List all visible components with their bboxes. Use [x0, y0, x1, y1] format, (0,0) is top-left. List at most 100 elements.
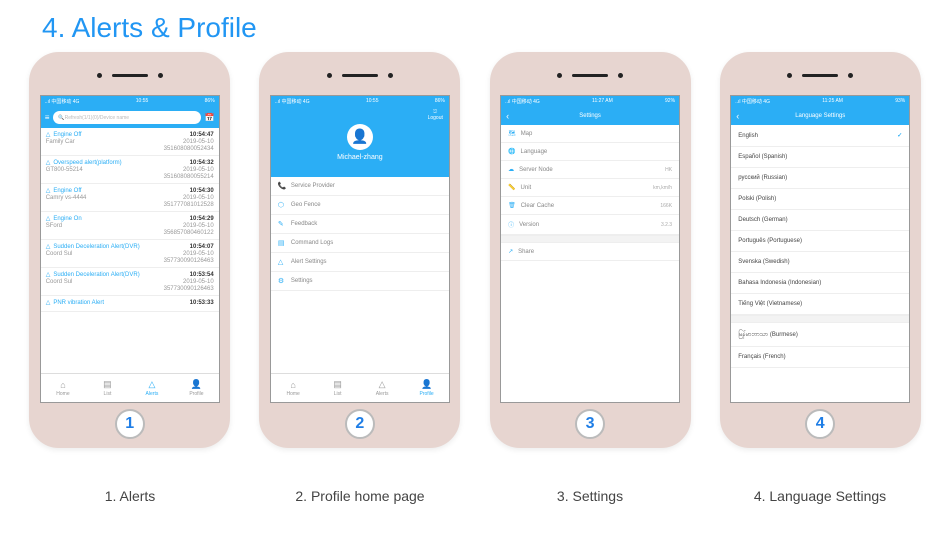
- profile-item[interactable]: ✎Feedback: [271, 215, 449, 234]
- header-title: Settings: [579, 113, 601, 119]
- alert-item[interactable]: △ Engine Off10:54:47Family Car2019-05-10…: [41, 128, 219, 156]
- phone-settings: ..ıl 中国移动 4G11:27 AM92% ‹ Settings 🗺Map🌐…: [490, 52, 691, 448]
- warning-icon: △: [46, 187, 51, 194]
- language-item[interactable]: Português (Portuguese): [731, 231, 909, 252]
- tab-list[interactable]: ▤List: [85, 374, 130, 402]
- tab-icon: ▤: [333, 379, 342, 390]
- tab-home[interactable]: ⌂Home: [41, 374, 86, 402]
- caption: 2. Profile home page: [260, 488, 460, 504]
- warning-icon: △: [46, 131, 51, 138]
- row-icon: ⚙: [278, 277, 286, 285]
- row-icon: ↗: [508, 248, 513, 255]
- caption: 1. Alerts: [30, 488, 230, 504]
- warning-icon: △: [46, 299, 51, 306]
- alert-item[interactable]: △ Engine Off10:54:30Camry vs-44442019-05…: [41, 184, 219, 212]
- profile-item[interactable]: ⚙Settings: [271, 272, 449, 291]
- back-icon[interactable]: ‹: [736, 111, 739, 121]
- warning-icon: △: [46, 159, 51, 166]
- logout-button[interactable]: ⎋Logout: [428, 109, 443, 121]
- home-button[interactable]: 3: [575, 409, 605, 439]
- settings-item[interactable]: 🌐Language: [501, 143, 679, 161]
- settings-item[interactable]: 🗺Map: [501, 125, 679, 143]
- language-item[interactable]: English✓: [731, 125, 909, 147]
- profile-item[interactable]: ▤Command Logs: [271, 234, 449, 253]
- phone-language: ..ıl 中国移动 4G11:25 AM93% ‹ Language Setti…: [720, 52, 921, 448]
- profile-item[interactable]: ⬡Geo Fence: [271, 196, 449, 215]
- language-item[interactable]: Svenska (Swedish): [731, 252, 909, 273]
- profile-item[interactable]: △Alert Settings: [271, 253, 449, 272]
- header-title: Language Settings: [795, 113, 845, 119]
- language-item[interactable]: Polski (Polish): [731, 189, 909, 210]
- language-item[interactable]: Español (Spanish): [731, 147, 909, 168]
- avatar[interactable]: 👤: [347, 124, 373, 150]
- row-icon: 🗑: [508, 202, 516, 209]
- row-icon: 🗺: [508, 130, 516, 137]
- settings-item[interactable]: ☁Server NodeHK: [501, 161, 679, 179]
- language-item[interactable]: မြန်မာဘာသာ (Burmese): [731, 323, 909, 347]
- home-button[interactable]: 1: [115, 409, 145, 439]
- tab-icon: ▤: [103, 379, 112, 390]
- alert-item[interactable]: △ Sudden Deceleration Alert(DVR)10:54:07…: [41, 240, 219, 268]
- alert-item[interactable]: △ Sudden Deceleration Alert(DVR)10:53:54…: [41, 268, 219, 296]
- language-list: English✓Español (Spanish)русский (Russia…: [731, 125, 909, 402]
- alert-item[interactable]: △ PNR vibration Alert10:53:33: [41, 296, 219, 312]
- row-icon: 📞: [278, 182, 286, 190]
- tab-profile[interactable]: 👤Profile: [404, 374, 449, 402]
- filter-icon[interactable]: ≡: [45, 113, 50, 122]
- status-bar: ..ıl 中国移动 4G10:5586%: [271, 96, 449, 107]
- home-button[interactable]: 2: [345, 409, 375, 439]
- language-item[interactable]: Tiếng Việt (Vietnamese): [731, 294, 909, 315]
- home-button[interactable]: 4: [805, 409, 835, 439]
- caption: 4. Language Settings: [720, 488, 920, 504]
- alert-item[interactable]: △ Overspeed alert(platform)10:54:32GT800…: [41, 156, 219, 184]
- page-title: 4. Alerts & Profile: [0, 0, 950, 44]
- warning-icon: △: [46, 243, 51, 250]
- language-item[interactable]: Français (French): [731, 347, 909, 368]
- tab-alerts[interactable]: △Alerts: [130, 374, 175, 402]
- tab-list[interactable]: ▤List: [315, 374, 360, 402]
- tab-bar: ⌂Home▤List△Alerts👤Profile: [271, 373, 449, 402]
- alert-item[interactable]: △ Engine On10:54:29SFord2019-05-10356857…: [41, 212, 219, 240]
- profile-menu: 📞Service Provider⬡Geo Fence✎Feedback▤Com…: [271, 177, 449, 373]
- tab-icon: △: [148, 379, 155, 390]
- status-bar: ..ıl 中国移动 4G10:5586%: [41, 96, 219, 107]
- language-item[interactable]: Bahasa Indonesia (Indonesian): [731, 273, 909, 294]
- tab-home[interactable]: ⌂Home: [271, 374, 316, 402]
- captions-row: 1. Alerts 2. Profile home page 3. Settin…: [0, 448, 950, 504]
- caption: 3. Settings: [490, 488, 690, 504]
- row-icon: ☁: [508, 166, 514, 173]
- settings-item[interactable]: ↗Share: [501, 243, 679, 261]
- username: Michael-zhang: [337, 154, 383, 161]
- row-icon: ✎: [278, 220, 286, 228]
- row-icon: ⓘ: [508, 220, 514, 229]
- alerts-header: ≡ 🔍 Refresh(1/1)(0)/Device name 📅: [41, 107, 219, 128]
- profile-header: ⎋Logout 👤 Michael-zhang: [271, 107, 449, 177]
- row-icon: 📏: [508, 184, 515, 191]
- warning-icon: △: [46, 271, 51, 278]
- status-bar: ..ıl 中国移动 4G11:25 AM93%: [731, 96, 909, 107]
- alerts-list: △ Engine Off10:54:47Family Car2019-05-10…: [41, 128, 219, 373]
- lang-header: ‹ Language Settings: [731, 107, 909, 125]
- row-icon: △: [278, 258, 286, 266]
- row-icon: ▤: [278, 239, 286, 247]
- language-item[interactable]: Deutsch (German): [731, 210, 909, 231]
- back-icon[interactable]: ‹: [506, 111, 509, 121]
- language-item[interactable]: русский (Russian): [731, 168, 909, 189]
- tab-profile[interactable]: 👤Profile: [174, 374, 219, 402]
- calendar-icon[interactable]: 📅: [205, 113, 215, 122]
- tab-icon: ⌂: [60, 380, 65, 390]
- settings-header: ‹ Settings: [501, 107, 679, 125]
- phone-profile: ..ıl 中国移动 4G10:5586% ⎋Logout 👤 Michael-z…: [259, 52, 460, 448]
- profile-item[interactable]: 📞Service Provider: [271, 177, 449, 196]
- phone-alerts: ..ıl 中国移动 4G10:5586% ≡ 🔍 Refresh(1/1)(0)…: [29, 52, 230, 448]
- row-icon: ⬡: [278, 201, 286, 209]
- settings-item[interactable]: ⓘVersion3.2.3: [501, 215, 679, 235]
- search-input[interactable]: 🔍 Refresh(1/1)(0)/Device name: [53, 111, 200, 124]
- settings-item[interactable]: 🗑Clear Cache166K: [501, 197, 679, 215]
- tab-icon: 👤: [421, 379, 432, 390]
- phone-row: ..ıl 中国移动 4G10:5586% ≡ 🔍 Refresh(1/1)(0)…: [0, 52, 950, 448]
- settings-item[interactable]: 📏Unitkm,km/h: [501, 179, 679, 197]
- tab-icon: △: [379, 379, 386, 390]
- tab-alerts[interactable]: △Alerts: [360, 374, 405, 402]
- tab-icon: 👤: [191, 379, 202, 390]
